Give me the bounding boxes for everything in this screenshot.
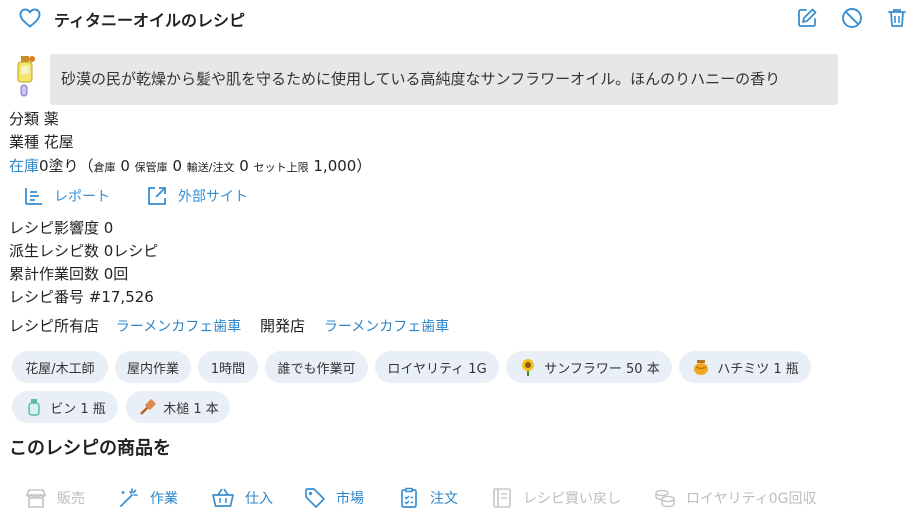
edit-icon[interactable] [795,6,819,30]
tag-honey: ハチミツ 1 瓶 [679,351,811,383]
transport-label: 輸送/注文 [186,161,235,174]
owner-shop-link[interactable]: ラーメンカフェ歯車 [116,319,241,335]
tag-bottle: ビン 1 瓶 [12,391,118,423]
industry-value: 花屋 [43,133,74,151]
buyback-button[interactable]: レシピ買い戻し [491,484,621,512]
warehouse-label: 倉庫 [93,161,116,174]
report-button[interactable]: レポート [24,183,110,209]
document-icon [493,488,511,508]
stock-row: 在庫0塗り（倉庫 0 保管庫 0 輸送/注文 0 セット上限 1,000） [9,155,371,176]
section-title: このレシピの商品を [9,438,171,459]
storage-label: 保管庫 [134,161,168,174]
derived-stat: 派生レシピ数 0レシピ [9,242,159,260]
work-button[interactable]: 作業 [118,484,178,512]
ban-icon[interactable] [840,6,864,30]
report-icon [25,188,42,205]
sell-button[interactable]: 販売 [25,484,85,512]
tag-indoor: 屋内作業 [115,351,191,383]
industry-label: 業種 [9,133,40,151]
tag-mallet: 木槌 1 本 [126,391,230,423]
dev-label: 開発店 [260,317,306,335]
tag-sunflower: サンフラワー 50 本 [506,351,672,383]
basket-icon [212,488,234,507]
honey-pot-icon [691,357,711,377]
bottle-icon [24,397,44,417]
order-button[interactable]: 注文 [398,484,458,512]
tag-royalty: ロイヤリティ 1G [375,351,499,383]
item-description: 砂漠の民が乾燥から髪や肌を守るために使用している高純度なサンフラワーオイル。ほん… [50,54,838,105]
warehouse-value: 0 [120,157,130,175]
report-label: レポート [54,189,110,205]
tag-icon [305,488,325,508]
category-label: 分類 [9,110,40,128]
magic-wand-icon [120,488,138,507]
influence-stat: レシピ影響度 0 [9,219,114,237]
clipboard-icon [401,487,417,508]
tag-job: 花屋/木工師 [12,351,108,383]
purchase-button[interactable]: 仕入 [211,484,273,512]
shop-icon [25,489,47,508]
external-site-label: 外部サイト [178,189,248,205]
external-link-icon [148,187,166,205]
transport-value: 0 [239,157,249,175]
coins-icon [655,489,675,508]
recipe-number-stat: レシピ番号 #17,526 [9,288,154,306]
category-value: 薬 [43,110,59,128]
industry-row: 業種 花屋 [9,131,74,152]
stock-link[interactable]: 在庫 [9,157,39,175]
owner-row: レシピ所有店 ラーメンカフェ歯車 開発店 ラーメンカフェ歯車 [9,315,449,336]
header: ティタニーオイルのレシピ [0,0,924,36]
storage-value: 0 [172,157,182,175]
set-limit-label: セット上限 [253,161,309,174]
heart-icon[interactable] [18,6,42,30]
royalty-collect-button[interactable]: ロイヤリティ0G回収 [654,484,817,512]
trash-icon[interactable] [885,6,909,30]
oil-bottle-icon [17,56,35,97]
external-site-button[interactable]: 外部サイト [146,183,248,209]
tag-duration: 1時間 [198,351,258,383]
total-work-stat: 累計作業回数 0回 [9,265,129,283]
owner-label: レシピ所有店 [9,317,100,335]
mallet-icon [137,397,157,417]
tag-anyone: 誰でも作業可 [265,351,368,383]
stock-value: 0塗り（ [39,157,94,175]
sunflower-icon [518,357,538,377]
set-limit-value: 1,000） [313,157,372,175]
page-title: ティタニーオイルのレシピ [54,11,246,30]
category-row: 分類 薬 [9,108,59,129]
dev-shop-link[interactable]: ラーメンカフェ歯車 [324,319,449,335]
market-button[interactable]: 市場 [304,484,364,512]
